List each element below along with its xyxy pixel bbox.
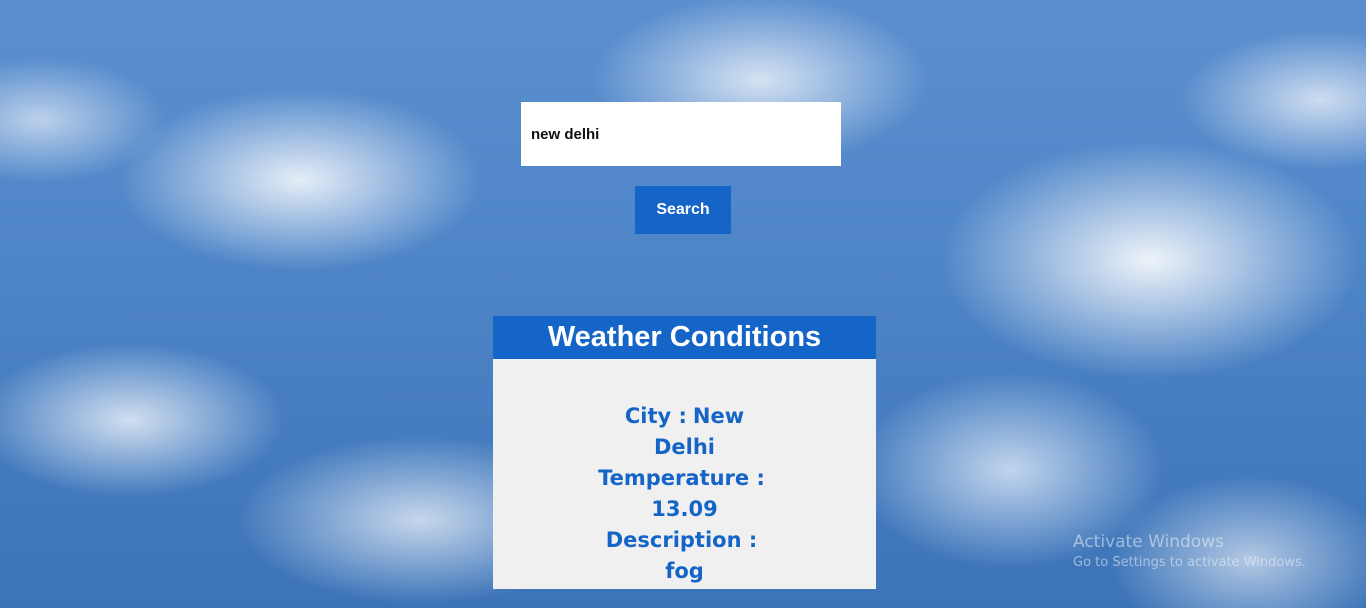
search-button[interactable]: Search [635,186,731,234]
weather-card: Weather Conditions City : New Delhi Tempe… [493,316,876,589]
temperature-label: Temperature : [598,466,765,490]
watermark-subtitle: Go to Settings to activate Windows. [1073,555,1306,570]
search-input[interactable] [521,102,841,166]
weather-details: City : New Delhi Temperature : 13.09 Desc… [595,359,775,587]
activate-windows-watermark: Activate Windows Go to Settings to activ… [1073,532,1306,574]
temperature-value: 13.09 [651,497,718,521]
watermark-title: Activate Windows [1073,532,1224,552]
description-value: fog [665,559,704,583]
weather-card-title: Weather Conditions [493,316,876,359]
city-label: City : [624,404,687,428]
description-label: Description : [605,528,758,552]
